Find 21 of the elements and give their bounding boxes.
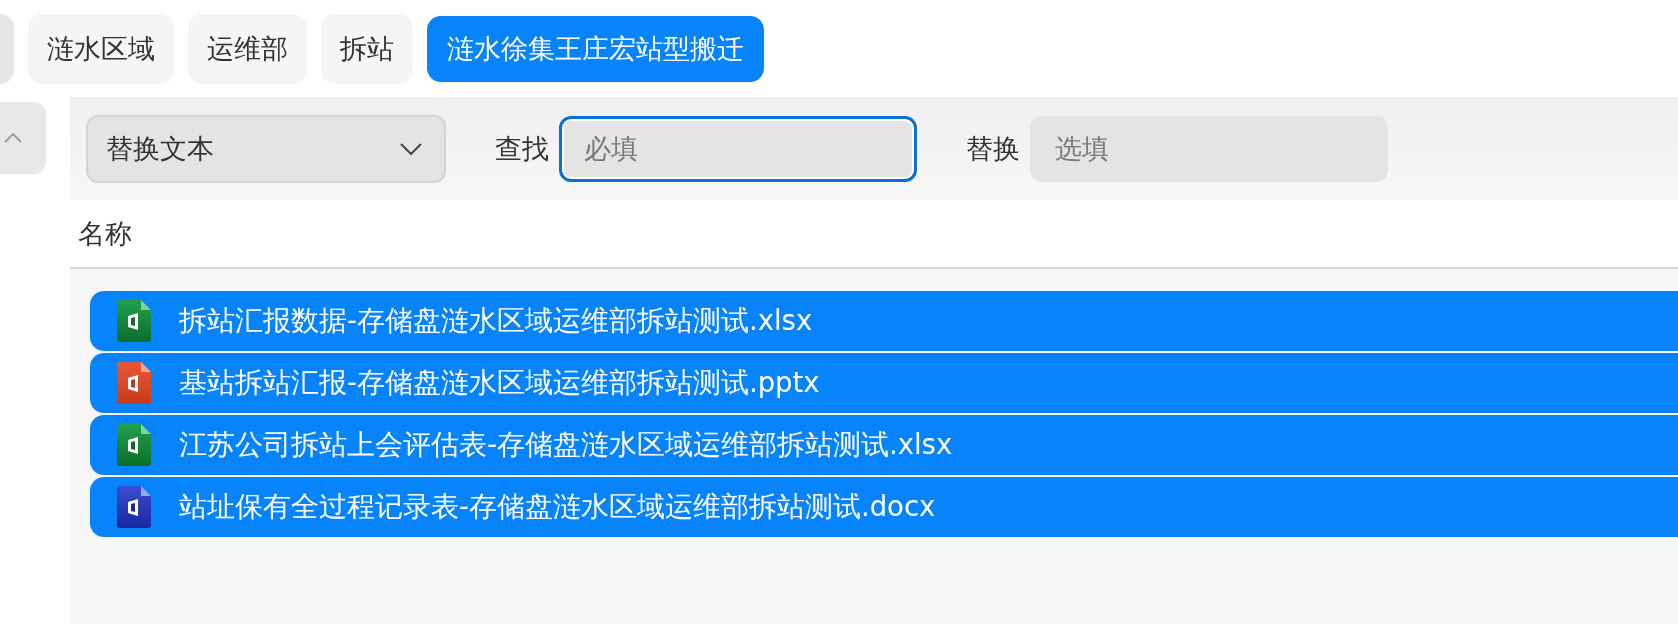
breadcrumb-chip[interactable]: 涟水区域 [28, 13, 174, 84]
file-icon [117, 300, 151, 342]
mode-dropdown[interactable]: 替换文本 [86, 114, 446, 183]
breadcrumb-chip[interactable]: 运维部 [188, 13, 307, 84]
column-header: 名称 [78, 216, 132, 251]
find-label: 查找 [495, 131, 549, 166]
file-icon [117, 362, 151, 404]
find-field[interactable]: 必填 [559, 115, 917, 182]
chevron-down-icon [400, 142, 422, 155]
file-row[interactable]: 站址保有全过程记录表-存储盘涟水区域运维部拆站测试.docx [90, 477, 1678, 537]
collapse-button[interactable] [0, 102, 46, 174]
file-row[interactable]: 基站拆站汇报-存储盘涟水区域运维部拆站测试.pptx [90, 353, 1678, 413]
replace-label: 替换 [966, 131, 1020, 166]
file-row[interactable]: 拆站汇报数据-存储盘涟水区域运维部拆站测试.xlsx [90, 291, 1678, 351]
breadcrumb-chip[interactable]: 拆站 [321, 13, 413, 84]
chevron-up-icon [4, 133, 22, 143]
file-icon [117, 424, 151, 466]
replace-field[interactable]: 选填 [1030, 115, 1388, 182]
file-icon [117, 486, 151, 528]
breadcrumb-chip[interactable]: 涟水徐集王庄宏站型搬迁 [427, 15, 764, 82]
file-row[interactable]: 江苏公司拆站上会评估表-存储盘涟水区域运维部拆站测试.xlsx [90, 415, 1678, 475]
